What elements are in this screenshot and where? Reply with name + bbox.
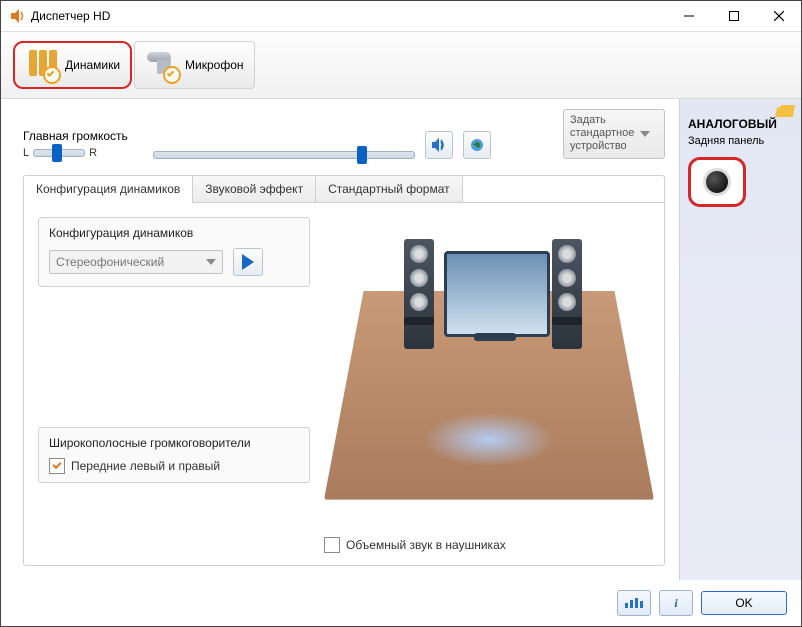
- speaker-config-select-value: Стереофонический: [56, 255, 164, 269]
- tab-body-speaker-config: Конфигурация динамиков Стереофонический: [24, 203, 664, 565]
- tab-speaker-config[interactable]: Конфигурация динамиков: [24, 176, 193, 203]
- headphone-surround-label: Объемный звук в наушниках: [346, 538, 506, 552]
- speaker-config-group: Конфигурация динамиков Стереофонический: [38, 217, 310, 287]
- main-volume-slider[interactable]: [153, 151, 415, 159]
- speaker-config-select[interactable]: Стереофонический: [49, 250, 223, 274]
- device-tab-label: Динамики: [65, 58, 120, 72]
- rear-jack-highlight: [688, 157, 746, 207]
- set-default-device-button[interactable]: Задать стандартное устройство: [563, 109, 665, 159]
- app-icon: [9, 8, 25, 24]
- advanced-settings-button[interactable]: [617, 590, 651, 616]
- title-bar: Диспетчер HD: [1, 1, 801, 32]
- balance-right-label: R: [89, 147, 97, 159]
- folder-icon[interactable]: [775, 105, 795, 117]
- close-button[interactable]: [756, 2, 801, 31]
- headphone-surround-checkbox[interactable]: Объемный звук в наушниках: [324, 537, 506, 553]
- tv-icon: [444, 251, 550, 337]
- checkbox-unchecked-icon: [324, 537, 340, 553]
- front-lr-checkbox[interactable]: Передние левый и правый: [49, 458, 299, 474]
- app-window: Диспетчер HD Динамики: [0, 0, 802, 627]
- balance-slider[interactable]: [33, 149, 85, 157]
- volume-row: Главная громкость L R: [23, 109, 665, 159]
- balance-control: L R: [23, 147, 143, 159]
- balance-left-label: L: [23, 147, 29, 159]
- info-button[interactable]: i: [659, 590, 693, 616]
- main-panel: Главная громкость L R: [1, 99, 679, 580]
- device-tab-label: Микрофон: [185, 58, 243, 72]
- speakers-icon: [25, 48, 59, 82]
- minimize-button[interactable]: [666, 2, 711, 31]
- info-icon: i: [674, 596, 677, 611]
- speaker-config-group-title: Конфигурация динамиков: [49, 226, 299, 240]
- window-controls: [666, 2, 801, 31]
- globe-icon: [469, 137, 485, 153]
- play-icon: [242, 254, 254, 270]
- test-play-button[interactable]: [233, 248, 263, 276]
- main-volume-label: Главная громкость: [23, 129, 143, 143]
- mute-button[interactable]: [425, 131, 453, 159]
- fullrange-group-title: Широкополосные громкоговорители: [49, 436, 299, 450]
- front-lr-label: Передние левый и правый: [71, 459, 220, 473]
- main-volume-column: Главная громкость L R: [23, 129, 143, 159]
- rear-panel-label: Задняя панель: [688, 135, 793, 147]
- settings-tab-panel: Конфигурация динамиков Звуковой эффект С…: [23, 175, 665, 566]
- bottom-bar: i OK: [1, 580, 801, 626]
- microphone-icon: [145, 48, 179, 82]
- chevron-down-icon: [640, 131, 650, 137]
- window-title: Диспетчер HD: [31, 9, 110, 23]
- speaker-front-left-icon[interactable]: [404, 239, 434, 349]
- default-device-line3: устройство: [570, 140, 634, 153]
- chevron-down-icon: [206, 257, 216, 267]
- device-tab-microphone[interactable]: Микрофон: [134, 41, 254, 89]
- maximize-button[interactable]: [711, 2, 756, 31]
- tab-sound-effect[interactable]: Звуковой эффект: [193, 176, 316, 202]
- settings-tab-strip: Конфигурация динамиков Звуковой эффект С…: [24, 176, 664, 203]
- checkbox-checked-icon: [49, 458, 65, 474]
- speaker-front-right-icon[interactable]: [552, 239, 582, 349]
- speaker-room-preview: [324, 221, 654, 521]
- speaker-sound-icon: [430, 136, 448, 154]
- analog-title: АНАЛОГОВЫЙ: [688, 117, 793, 131]
- sound-scheme-button[interactable]: [463, 131, 491, 159]
- tab-default-format[interactable]: Стандартный формат: [316, 176, 463, 202]
- analog-side-panel: АНАЛОГОВЫЙ Задняя панель: [679, 99, 801, 580]
- rear-audio-jack[interactable]: [703, 168, 731, 196]
- device-tab-strip: Динамики Микрофон: [1, 32, 801, 99]
- device-tab-speakers[interactable]: Динамики: [13, 41, 132, 89]
- ok-button[interactable]: OK: [701, 591, 787, 615]
- default-device-line2: стандартное: [570, 127, 634, 140]
- fullrange-group: Широкополосные громкоговорители Передние…: [38, 427, 310, 483]
- default-device-line1: Задать: [570, 114, 634, 127]
- equalizer-icon: [624, 597, 644, 609]
